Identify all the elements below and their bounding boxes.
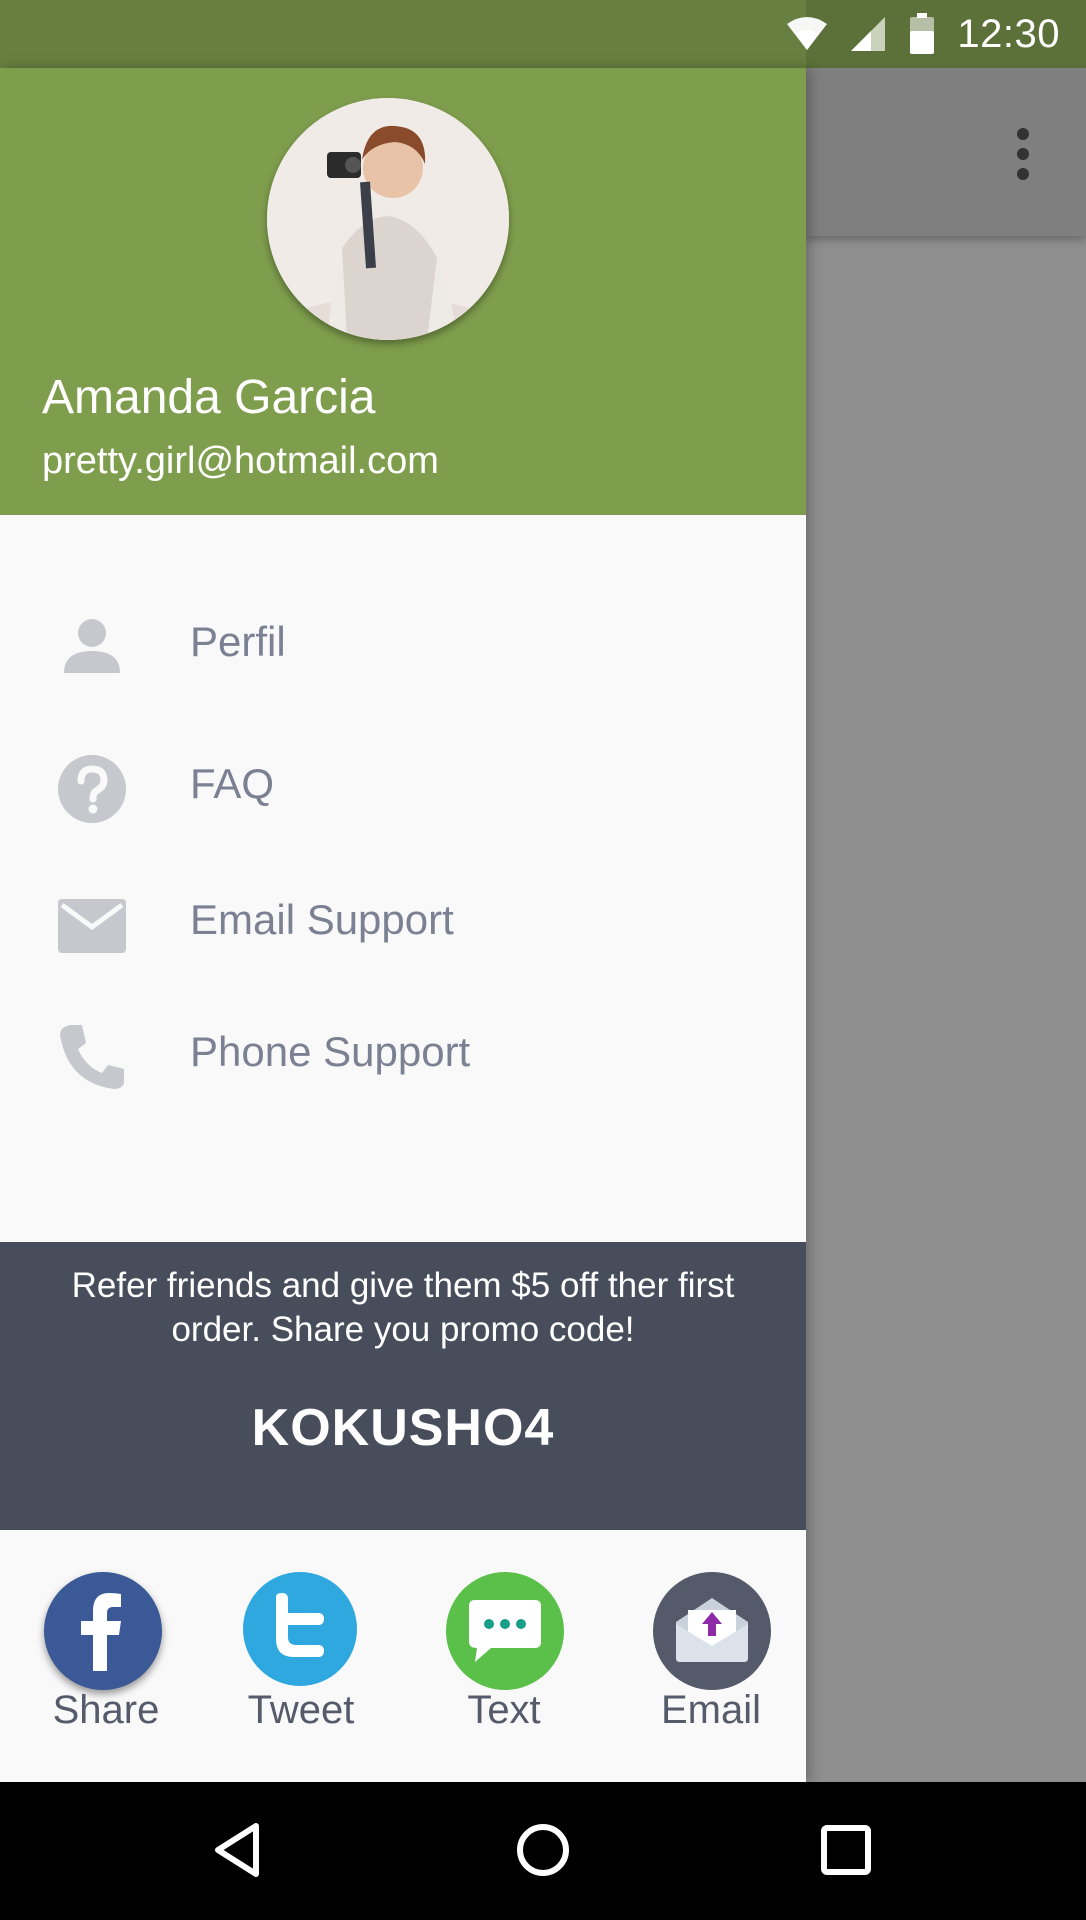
promo-text: Refer friends and give them $5 off ther … bbox=[71, 1266, 735, 1349]
menu-item-phone-support[interactable]: Phone Support bbox=[0, 998, 806, 1108]
menu-item-faq[interactable]: FAQ bbox=[0, 730, 806, 840]
share-twitter-button[interactable]: Tweet bbox=[221, 1530, 381, 1782]
promo-code[interactable]: KOKUSHO4 bbox=[0, 1398, 806, 1458]
help-icon bbox=[58, 755, 126, 823]
promo-banner: Refer friends and give them $5 off ther … bbox=[0, 1242, 806, 1530]
user-email: pretty.girl@hotmail.com bbox=[42, 440, 439, 482]
navigation-drawer: Amanda Garcia pretty.girl@hotmail.com Pe… bbox=[0, 68, 806, 1782]
app-toolbar bbox=[806, 68, 1086, 236]
share-facebook-button[interactable]: Share bbox=[26, 1530, 186, 1782]
status-bar: 12:30 bbox=[0, 0, 1086, 68]
share-label: Email bbox=[660, 1688, 762, 1732]
menu-item-label: Phone Support bbox=[190, 1028, 471, 1075]
menu-item-email-support[interactable]: Email Support bbox=[0, 866, 806, 976]
phone-icon bbox=[60, 1025, 124, 1089]
share-text-button[interactable]: Text bbox=[424, 1530, 584, 1782]
wifi-icon bbox=[787, 17, 828, 50]
battery-icon bbox=[910, 13, 935, 54]
background-app[interactable] bbox=[806, 68, 1086, 1782]
status-time: 12:30 bbox=[957, 11, 1060, 56]
drawer-header: Amanda Garcia pretty.girl@hotmail.com bbox=[0, 68, 806, 515]
mail-icon bbox=[58, 899, 126, 953]
recents-icon[interactable] bbox=[816, 1820, 876, 1880]
menu-item-label: Email Support bbox=[190, 896, 454, 943]
more-vert-icon[interactable] bbox=[1016, 128, 1030, 180]
menu-item-perfil[interactable]: Perfil bbox=[0, 588, 806, 698]
share-label: Text bbox=[467, 1688, 541, 1732]
share-email-button[interactable]: Email bbox=[631, 1530, 791, 1782]
share-row: Share Tweet Text Email bbox=[0, 1530, 806, 1782]
system-nav-bar bbox=[0, 1782, 1086, 1920]
twitter-icon bbox=[243, 1572, 357, 1686]
person-icon bbox=[64, 619, 120, 673]
status-icons: 12:30 bbox=[787, 0, 1060, 68]
avatar[interactable] bbox=[267, 98, 509, 340]
message-icon bbox=[446, 1572, 564, 1690]
menu-item-label: Perfil bbox=[190, 618, 286, 665]
avatar-photo bbox=[267, 98, 509, 340]
share-label: Tweet bbox=[247, 1688, 355, 1732]
share-label: Share bbox=[52, 1688, 160, 1732]
home-icon[interactable] bbox=[513, 1820, 573, 1880]
back-icon[interactable] bbox=[210, 1820, 270, 1880]
signal-icon bbox=[851, 17, 886, 51]
menu-item-label: FAQ bbox=[190, 760, 275, 807]
facebook-icon bbox=[44, 1572, 162, 1690]
email-envelope-icon bbox=[653, 1572, 771, 1690]
user-name: Amanda Garcia bbox=[42, 371, 376, 424]
